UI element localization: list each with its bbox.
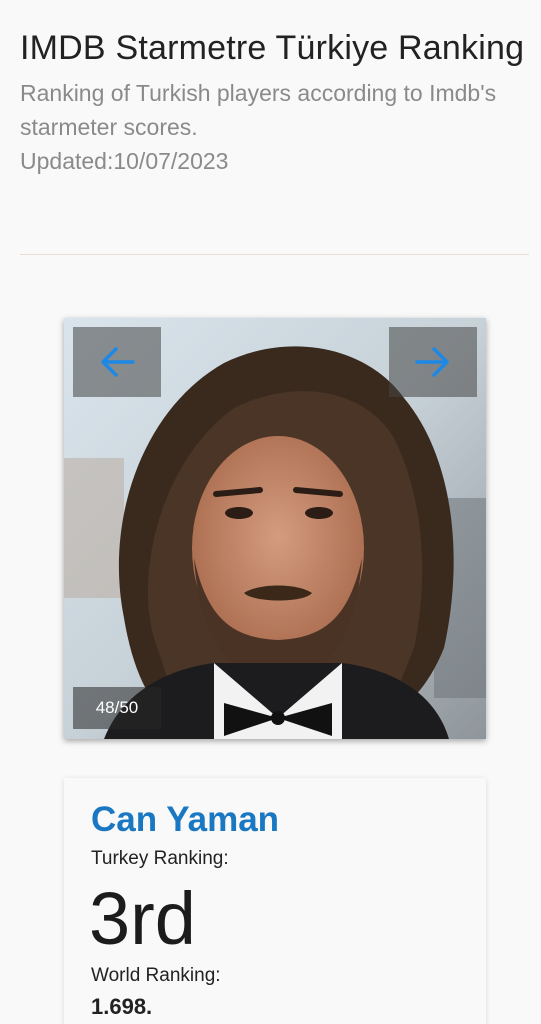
page-title: IMDB Starmetre Türkiye Ranking <box>20 29 525 67</box>
arrow-right-icon <box>415 347 449 377</box>
actor-name[interactable]: Can Yaman <box>91 800 279 840</box>
updated-date: Updated:10/07/2023 <box>20 148 229 174</box>
next-button[interactable] <box>389 327 477 397</box>
page-header: IMDB Starmetre Türkiye Ranking Ranking o… <box>20 26 535 178</box>
photo-carousel[interactable]: 48/50 <box>64 318 486 739</box>
header-divider <box>20 254 529 255</box>
previous-button[interactable] <box>73 327 161 397</box>
world-ranking-label: World Ranking: <box>91 965 221 986</box>
turkey-ranking-label: Turkey Ranking: <box>91 848 229 869</box>
actor-info-card: Can Yaman Turkey Ranking: 3rd World Rank… <box>64 778 486 1024</box>
world-ranking-value: 1.698. <box>91 994 153 1019</box>
arrow-left-icon <box>101 347 135 377</box>
page: IMDB Starmetre Türkiye Ranking Ranking o… <box>0 0 541 1024</box>
slide-counter: 48/50 <box>73 687 161 729</box>
turkey-ranking-value: 3rd <box>89 877 196 960</box>
page-subtitle: Ranking of Turkish players according to … <box>20 80 497 140</box>
